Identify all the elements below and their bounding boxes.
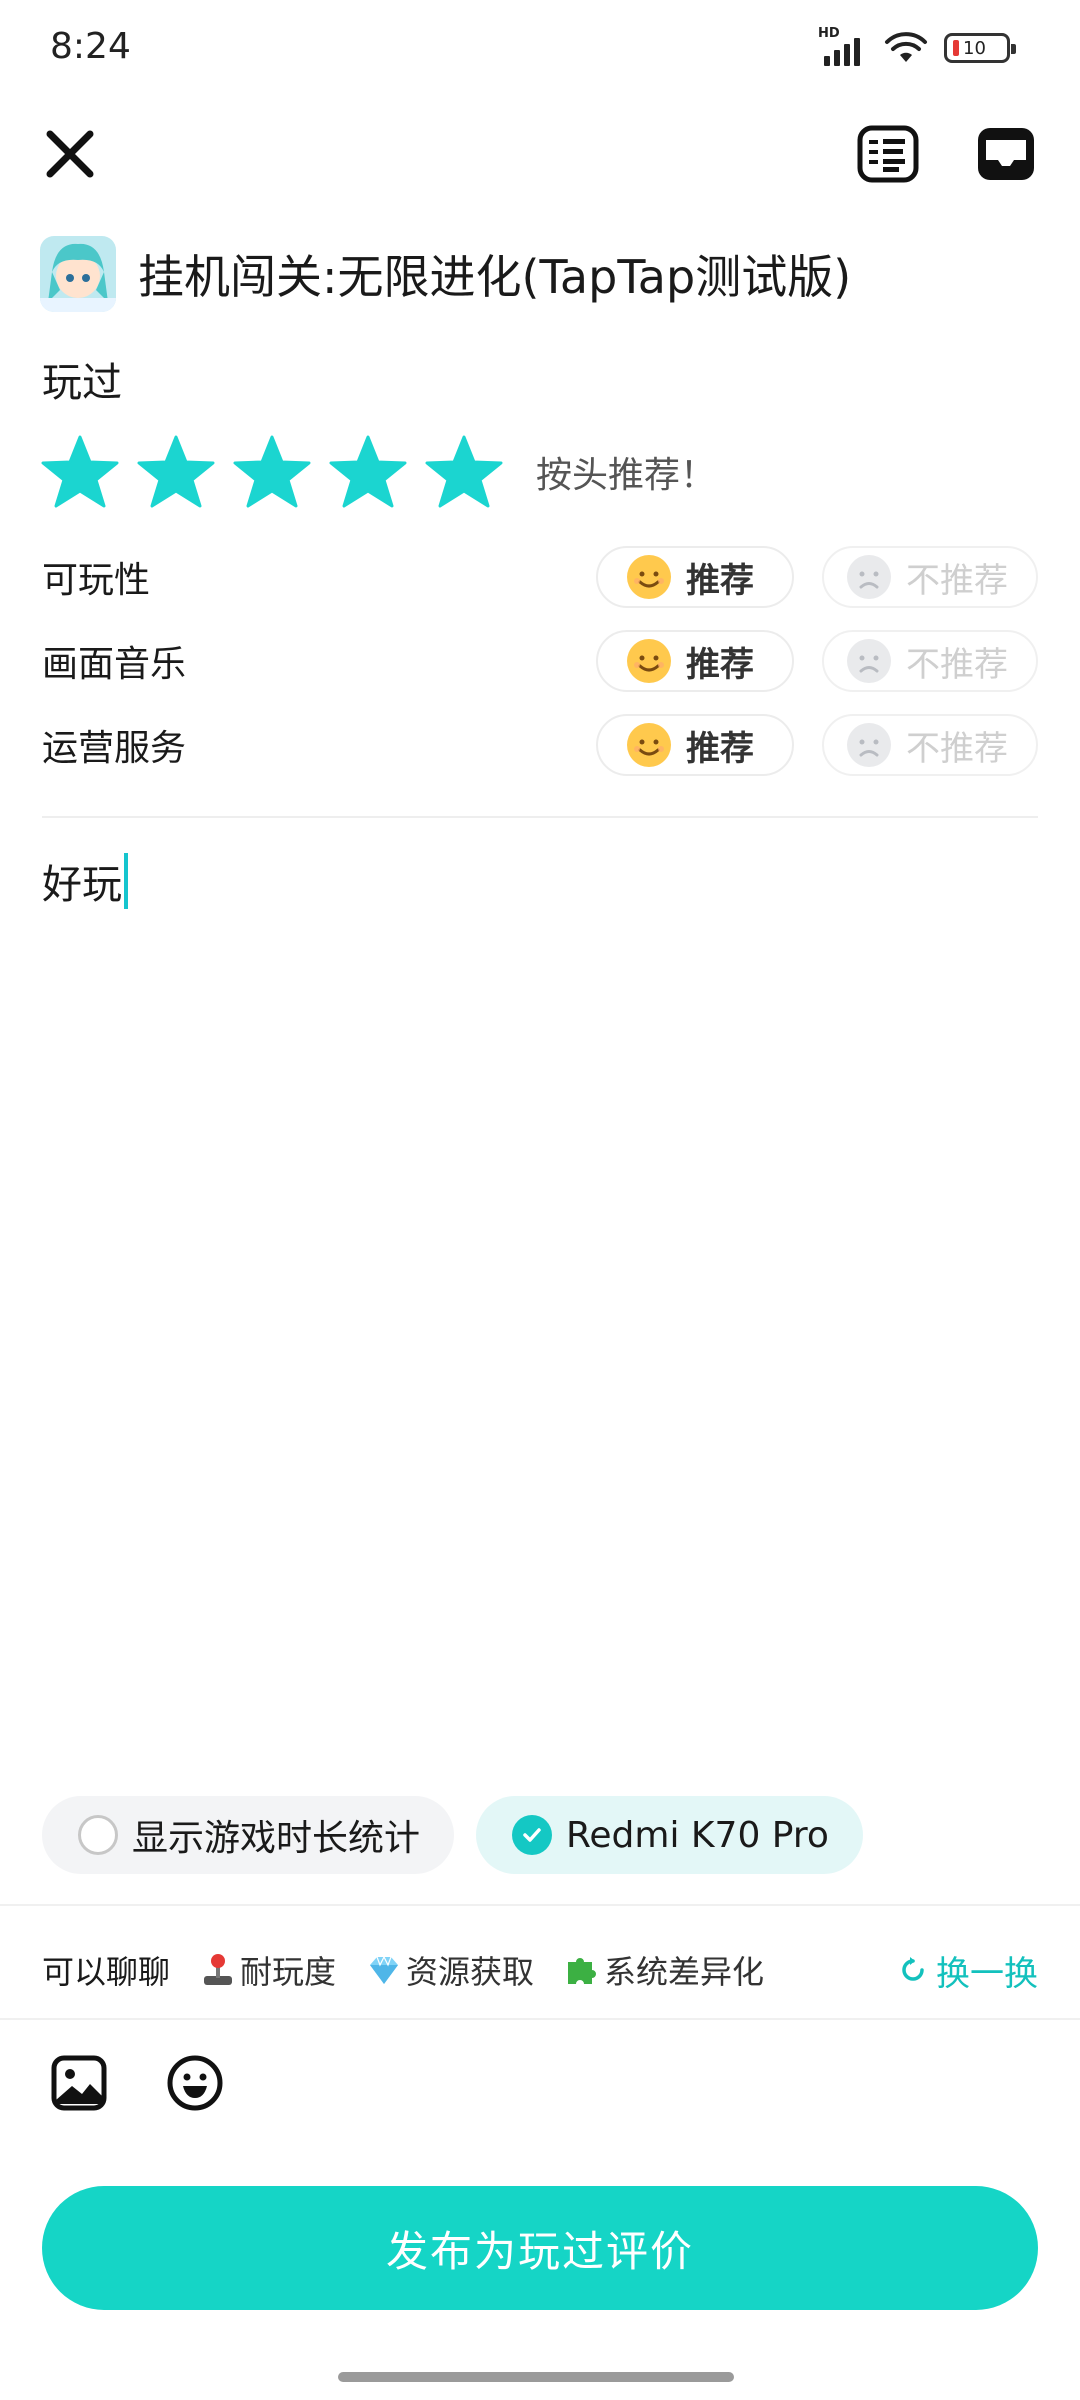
game-avatar-icon (40, 236, 116, 312)
star-4-icon[interactable] (328, 435, 408, 509)
publish-label: 发布为玩过评价 (385, 2226, 694, 2276)
review-text-input[interactable]: 好玩 (42, 852, 128, 910)
topic-durability[interactable]: 耐玩度 (200, 1947, 336, 1993)
aspect-row-graphics-music: 画面音乐 推荐 不推荐 (42, 629, 1038, 693)
device-toggle[interactable]: Redmi K70 Pro (476, 1796, 863, 1874)
close-button[interactable] (40, 124, 100, 184)
topic-label: 可以聊聊 (42, 1953, 171, 1991)
star-3-icon[interactable] (232, 435, 312, 509)
smile-face-icon (627, 723, 671, 767)
refresh-icon (902, 1957, 924, 1981)
battery-level: 10 (963, 37, 986, 59)
show-playtime-label: 显示游戏时长统计 (132, 1818, 421, 1859)
sad-face-icon (847, 639, 891, 683)
smile-face-icon (627, 639, 671, 683)
divider (0, 1904, 1080, 1906)
not-recommend-button[interactable]: 不推荐 (822, 546, 1038, 608)
recommend-button[interactable]: 推荐 (596, 546, 794, 608)
star-rating: 按头推荐！ (40, 432, 716, 512)
topic-label: 耐玩度 (240, 1953, 337, 1991)
recommend-label: 推荐 (686, 560, 754, 601)
rating-caption: 按头推荐！ (536, 455, 717, 496)
recommend-button[interactable]: 推荐 (596, 630, 794, 692)
show-playtime-toggle[interactable]: 显示游戏时长统计 (42, 1796, 455, 1874)
emoji-icon (167, 2055, 223, 2111)
insert-emoji-button[interactable] (166, 2054, 224, 2112)
status-icons: HD 10 (818, 26, 1016, 66)
review-rules-button[interactable] (856, 122, 920, 186)
divider (0, 2018, 1080, 2020)
star-2-icon[interactable] (136, 435, 216, 509)
aspect-label: 画面音乐 (42, 644, 187, 685)
draft-box-icon (978, 128, 1034, 180)
topic-chat[interactable]: 可以聊聊 (42, 1947, 170, 1993)
aspect-label: 运营服务 (42, 728, 187, 769)
top-bar (0, 110, 1080, 200)
radio-unchecked-icon (78, 1815, 118, 1855)
refresh-label: 换一换 (936, 1953, 1038, 1994)
not-recommend-label: 不推荐 (906, 560, 1008, 601)
device-label: Redmi K70 Pro (566, 1814, 829, 1856)
not-recommend-label: 不推荐 (906, 644, 1008, 685)
image-icon (51, 2055, 107, 2111)
smile-face-icon (627, 555, 671, 599)
topic-system-differentiation[interactable]: 系统差异化 (564, 1947, 764, 1993)
aspect-row-playability: 可玩性 推荐 不推荐 (42, 545, 1038, 609)
option-chips: 显示游戏时长统计 Redmi K70 Pro (42, 1796, 863, 1874)
not-recommend-button[interactable]: 不推荐 (822, 714, 1038, 776)
divider (42, 816, 1038, 818)
editor-toolbar (50, 2054, 224, 2112)
text-caret (124, 853, 128, 909)
draft-box-button[interactable] (974, 122, 1038, 186)
aspect-label: 可玩性 (42, 560, 151, 601)
publish-review-button[interactable]: 发布为玩过评价 (42, 2186, 1038, 2310)
not-recommend-label: 不推荐 (906, 728, 1008, 769)
not-recommend-button[interactable]: 不推荐 (822, 630, 1038, 692)
topic-label: 系统差异化 (604, 1953, 765, 1991)
status-bar: 8:24 HD 10 (0, 0, 1080, 100)
wifi-icon (885, 32, 927, 62)
aspect-row-operations: 运营服务 推荐 不推荐 (42, 713, 1038, 777)
topic-label: 资源获取 (406, 1953, 535, 1991)
review-rules-icon (857, 125, 919, 183)
star-1-icon[interactable] (40, 435, 120, 509)
checkmark-icon (512, 1815, 553, 1855)
close-icon (46, 130, 94, 178)
topic-suggestions: 可以聊聊 耐玩度 资源获取 系统差异化 换一换 (42, 1940, 1038, 2000)
topic-resources[interactable]: 资源获取 (366, 1947, 534, 1993)
recommend-label: 推荐 (686, 728, 754, 769)
sad-face-icon (847, 555, 891, 599)
game-title: 挂机闯关:无限进化(TapTap测试版) (138, 250, 852, 304)
puzzle-icon (568, 1958, 597, 1984)
battery-icon: 10 (944, 33, 1016, 63)
recommend-label: 推荐 (686, 644, 754, 685)
star-5-icon[interactable] (424, 435, 504, 509)
home-indicator[interactable] (338, 2372, 734, 2382)
insert-image-button[interactable] (50, 2054, 108, 2112)
play-status-label: 玩过 (42, 360, 122, 406)
cellular-signal-icon: HD (818, 26, 868, 66)
diamond-icon (370, 1955, 399, 1984)
joystick-icon (204, 1954, 233, 1985)
refresh-topics-button[interactable]: 换一换 (898, 1946, 1038, 1995)
recommend-button[interactable]: 推荐 (596, 714, 794, 776)
sad-face-icon (847, 723, 891, 767)
status-time: 8:24 (50, 26, 131, 67)
game-header: 挂机闯关:无限进化(TapTap测试版) (40, 234, 851, 314)
review-text-value: 好玩 (42, 862, 122, 908)
